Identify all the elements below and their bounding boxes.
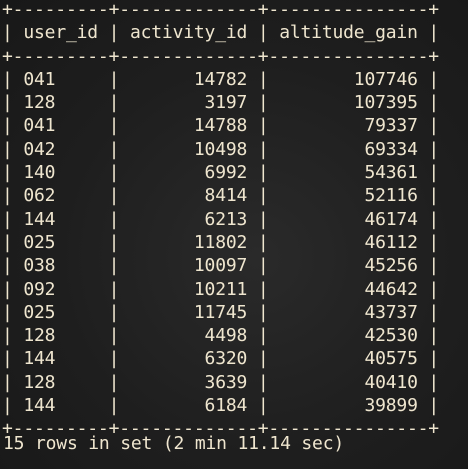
- table-cell: 10211: [193, 278, 248, 300]
- table-cell: 3639: [204, 371, 248, 393]
- table-row: | 025 | 11745 | 43737 |: [2, 301, 440, 323]
- table-cell: 79337: [364, 115, 418, 137]
- table-cell: 144: [23, 395, 56, 417]
- table-row: | 144 | 6184 | 39899 |: [2, 395, 440, 417]
- table-row: | 144 | 6320 | 40575 |: [2, 348, 440, 370]
- table-row: | 038 | 10097 | 45256 |: [2, 255, 440, 277]
- column-header: user_id: [23, 22, 98, 44]
- table-cell: 041: [23, 115, 56, 137]
- table-cell: 128: [23, 371, 56, 393]
- table-cell: 038: [23, 255, 56, 277]
- table-cell: 69334: [364, 138, 418, 160]
- table-cell: 140: [23, 162, 56, 184]
- table-cell: 44642: [364, 278, 418, 300]
- table-cell: 14782: [193, 68, 248, 90]
- table-cell: 3197: [204, 92, 248, 114]
- table-cell: 52116: [364, 185, 418, 207]
- table-row: | 128 | 3197 | 107395 |: [2, 92, 440, 114]
- table-cell: 54361: [364, 162, 418, 184]
- table-cell: 10097: [193, 255, 248, 277]
- table-row: | 062 | 8414 | 52116 |: [2, 185, 440, 207]
- table-row: | 041 | 14788 | 79337 |: [2, 115, 440, 137]
- table-cell: 144: [23, 348, 56, 370]
- terminal-window: +---------+-------------+---------------…: [0, 0, 468, 469]
- table-cell: 062: [23, 185, 56, 207]
- table-cell: 128: [23, 325, 56, 347]
- table-cell: 6213: [204, 208, 248, 230]
- table-cell: 14788: [193, 115, 248, 137]
- table-row: | 128 | 4498 | 42530 |: [2, 325, 440, 347]
- table-cell: 025: [23, 231, 56, 253]
- table-cell: 8414: [204, 185, 248, 207]
- table-border-top: +---------+-------------+---------------…: [2, 0, 439, 20]
- column-header: activity_id: [129, 22, 248, 44]
- table-cell: 39899: [364, 395, 418, 417]
- table-cell: 10498: [193, 138, 248, 160]
- table-cell: 42530: [364, 325, 418, 347]
- table-cell: 107395: [353, 92, 418, 114]
- header-row: | user_id | activity_id | altitude_gain …: [2, 22, 440, 44]
- table-cell: 46112: [364, 231, 418, 253]
- table-row: | 041 | 14782 | 107746 |: [2, 68, 440, 90]
- table-cell: 107746: [353, 68, 418, 90]
- table-cell: 40410: [364, 371, 418, 393]
- table-cell: 6320: [204, 348, 248, 370]
- table-row: | 144 | 6213 | 46174 |: [2, 208, 440, 230]
- table-cell: 11745: [193, 301, 248, 323]
- table-row: | 042 | 10498 | 69334 |: [2, 138, 440, 160]
- table-cell: 6184: [204, 395, 248, 417]
- table-cell: 025: [23, 301, 56, 323]
- table-cell: 092: [23, 278, 56, 300]
- table-cell: 6992: [204, 162, 248, 184]
- table-cell: 46174: [364, 208, 418, 230]
- table-cell: 40575: [364, 348, 418, 370]
- table-cell: 4498: [204, 325, 248, 347]
- table-cell: 43737: [364, 301, 418, 323]
- table-row: | 128 | 3639 | 40410 |: [2, 371, 440, 393]
- column-header: altitude_gain: [279, 22, 418, 44]
- table-cell: 45256: [364, 255, 418, 277]
- table-row: | 092 | 10211 | 44642 |: [2, 278, 440, 300]
- table-border-header: +---------+-------------+---------------…: [2, 45, 439, 67]
- table-cell: 041: [23, 68, 56, 90]
- status-line: 15 rows in set (2 min 11.14 sec): [3, 433, 345, 454]
- table-cell: 128: [23, 92, 56, 114]
- table-cell: 11802: [193, 231, 248, 253]
- table-cell: 144: [23, 208, 56, 230]
- table-row: | 140 | 6992 | 54361 |: [2, 162, 440, 184]
- table-cell: 042: [23, 138, 56, 160]
- query-result-table: +---------+-------------+---------------…: [2, 0, 439, 441]
- table-row: | 025 | 11802 | 46112 |: [2, 231, 440, 253]
